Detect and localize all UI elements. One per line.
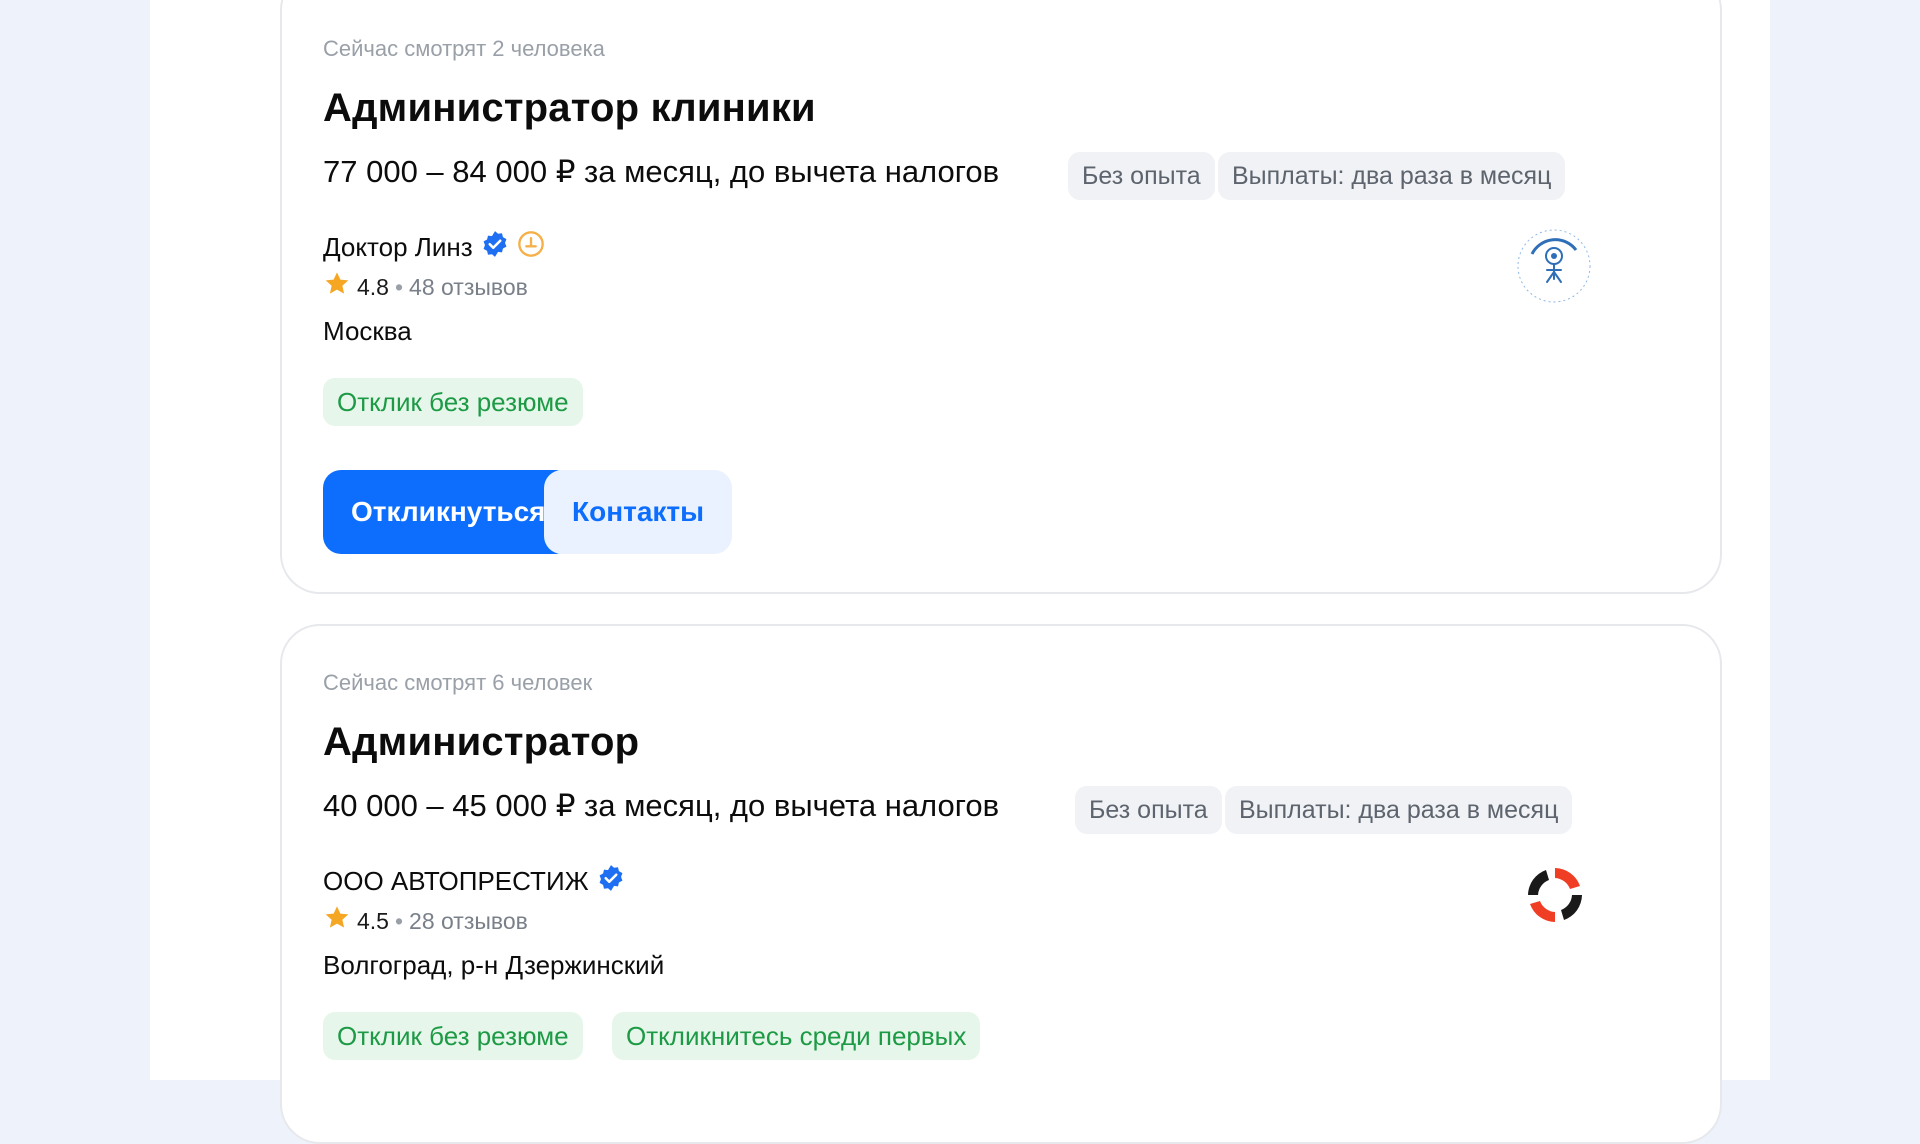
vacancy-card[interactable]: Сейчас смотрят 6 человек Администратор 4… [280, 624, 1722, 1144]
rating-value: 4.8 [357, 273, 389, 300]
rating-row: 4.5 • 28 отзывов [323, 904, 528, 938]
no-resume-tag: Отклик без резюме [323, 378, 583, 426]
experience-tag: Без опыта [1075, 786, 1222, 834]
experience-tag: Без опыта [1068, 152, 1215, 200]
salary: 40 000 – 45 000 ₽ за месяц, до вычета на… [323, 788, 1000, 823]
payout-tag: Выплаты: два раза в месяц [1225, 786, 1573, 834]
company-name[interactable]: Доктор Линз [323, 232, 473, 263]
verified-badge-icon [597, 864, 625, 899]
vacancy-title[interactable]: Администратор клиники [323, 86, 816, 131]
vacancy-card[interactable]: Сейчас смотрят 2 человека Администратор … [280, 0, 1722, 594]
rating-value: 4.5 [357, 907, 389, 934]
city: Москва [323, 316, 412, 346]
company-logo-avtoprestizh[interactable] [1522, 862, 1588, 933]
reviews-link[interactable]: 28 отзывов [409, 908, 528, 935]
payout-tag: Выплаты: два раза в месяц [1218, 152, 1566, 200]
no-resume-tag: Отклик без резюме [323, 1012, 583, 1060]
trusted-employer-icon [517, 230, 545, 265]
company-row: Доктор Линз [323, 230, 545, 265]
rating-row: 4.8 • 48 отзывов [323, 270, 528, 304]
verified-badge-icon [481, 230, 509, 265]
vacancy-title[interactable]: Администратор [323, 720, 639, 765]
company-logo-doctor-linz[interactable] [1512, 224, 1596, 313]
company-name[interactable]: ООО АВТОПРЕСТИЖ [323, 866, 589, 897]
page: Сейчас смотрят 2 человека Администратор … [150, 0, 1770, 1144]
company-row: ООО АВТОПРЕСТИЖ [323, 864, 625, 899]
city: Волгоград, р-н Дзержинский [323, 950, 665, 980]
viewers-count: Сейчас смотрят 2 человека [323, 36, 605, 61]
star-icon [323, 270, 351, 304]
star-icon [323, 904, 351, 938]
viewers-count: Сейчас смотрят 6 человек [323, 670, 593, 695]
contacts-button[interactable]: Контакты [544, 470, 733, 554]
reviews-link[interactable]: 48 отзывов [409, 274, 528, 301]
separator-dot: • [394, 273, 404, 300]
salary: 77 000 – 84 000 ₽ за месяц, до вычета на… [323, 154, 1000, 189]
respond-button[interactable]: Откликнуться [323, 470, 574, 554]
be-first-tag: Откликнитесь среди первых [612, 1012, 981, 1060]
separator-dot: • [394, 907, 404, 934]
